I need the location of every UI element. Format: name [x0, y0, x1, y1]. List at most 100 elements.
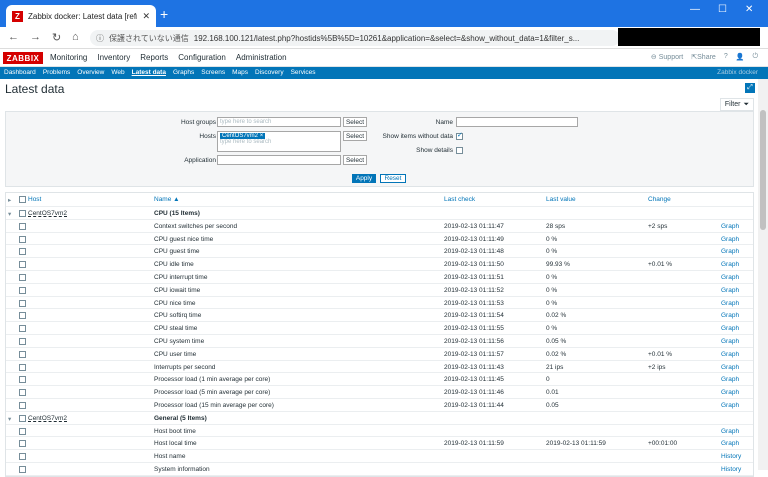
graph-link[interactable]: Graph: [721, 300, 739, 307]
row-checkbox[interactable]: [19, 210, 26, 217]
back-icon[interactable]: ←: [8, 31, 19, 43]
row-checkbox[interactable]: [19, 286, 26, 294]
row-checkbox[interactable]: [19, 273, 26, 281]
row-checkbox[interactable]: [19, 312, 26, 320]
menu-inventory[interactable]: Inventory: [97, 53, 130, 62]
row-checkbox[interactable]: [19, 235, 26, 243]
power-icon[interactable]: ⏻: [752, 53, 758, 61]
support-link[interactable]: ⊖ Support: [651, 53, 683, 61]
submenu-overview[interactable]: Overview: [77, 69, 104, 76]
graph-link[interactable]: Graph: [721, 389, 739, 396]
menu-reports[interactable]: Reports: [140, 53, 168, 62]
hosts-select-button[interactable]: Select: [343, 131, 367, 141]
host-groups-input[interactable]: type here to search: [217, 117, 341, 127]
new-tab-icon[interactable]: +: [160, 6, 168, 22]
submenu-graphs[interactable]: Graphs: [173, 69, 194, 76]
graph-link[interactable]: Graph: [721, 440, 739, 447]
graph-link[interactable]: Graph: [721, 248, 739, 255]
maximize-icon[interactable]: ☐: [718, 4, 727, 15]
menu-monitoring[interactable]: Monitoring: [50, 53, 87, 62]
row-checkbox[interactable]: [19, 376, 26, 384]
expand-all-icon[interactable]: ▸: [8, 196, 11, 204]
browser-tab[interactable]: Z Zabbix docker: Latest data [refr ✕: [6, 5, 156, 27]
minimize-icon[interactable]: —: [690, 4, 700, 15]
share-link[interactable]: ⇱Share: [691, 53, 716, 61]
row-checkbox[interactable]: [19, 453, 26, 461]
graph-link[interactable]: Graph: [721, 261, 739, 268]
row-checkbox[interactable]: [19, 299, 26, 307]
row-checkbox[interactable]: [19, 325, 26, 333]
application-input[interactable]: [217, 155, 341, 165]
home-icon[interactable]: ⌂: [72, 31, 79, 43]
row-checkbox[interactable]: [19, 363, 26, 371]
last-value: 0 %: [546, 286, 558, 294]
menu-administration[interactable]: Administration: [236, 53, 287, 62]
row-checkbox[interactable]: [19, 261, 26, 269]
fullscreen-icon[interactable]: ⤢: [745, 83, 755, 93]
row-checkbox[interactable]: [19, 350, 26, 358]
help-link[interactable]: ?: [724, 53, 728, 61]
reset-button[interactable]: Reset: [380, 174, 406, 183]
submenu-services[interactable]: Services: [291, 69, 316, 76]
graph-link[interactable]: Graph: [721, 364, 739, 371]
last-check: 2019-02-13 01:11:43: [444, 363, 504, 371]
graph-link[interactable]: Graph: [721, 236, 739, 243]
forward-icon[interactable]: →: [30, 31, 41, 43]
graph-link[interactable]: Graph: [721, 376, 739, 383]
last-check-column-header[interactable]: Last check: [444, 196, 475, 203]
collapse-icon[interactable]: ▾: [8, 415, 11, 423]
host-link[interactable]: CentOS7vm2: [28, 415, 67, 422]
submenu-screens[interactable]: Screens: [201, 69, 225, 76]
close-icon[interactable]: ✕: [142, 11, 150, 22]
graph-link[interactable]: Graph: [721, 351, 739, 358]
submenu-problems[interactable]: Problems: [43, 69, 70, 76]
apply-button[interactable]: Apply: [352, 174, 376, 183]
name-column-header[interactable]: Name ▲: [154, 196, 180, 203]
submenu-latest-data[interactable]: Latest data: [132, 69, 166, 76]
row-checkbox[interactable]: [19, 222, 26, 230]
submenu-discovery[interactable]: Discovery: [255, 69, 284, 76]
scrollbar-thumb[interactable]: [760, 110, 766, 230]
graph-link[interactable]: Graph: [721, 428, 739, 435]
host-column-header[interactable]: Host: [28, 196, 41, 203]
menu-configuration[interactable]: Configuration: [178, 53, 226, 62]
item-name: Processor load (5 min average per core): [154, 389, 271, 397]
row-checkbox[interactable]: [19, 401, 26, 409]
row-checkbox[interactable]: [19, 427, 26, 435]
name-input[interactable]: [456, 117, 578, 127]
graph-link[interactable]: History: [721, 466, 741, 473]
url-input[interactable]: ⓘ 保護されていない通信 192.168.100.121/latest.php?…: [90, 30, 620, 46]
graph-link[interactable]: Graph: [721, 312, 739, 319]
row-checkbox[interactable]: [19, 389, 26, 397]
host-link[interactable]: CentOS7vm2: [28, 210, 67, 217]
select-all-checkbox[interactable]: [19, 196, 26, 203]
filter-tab[interactable]: Filter ⏷: [720, 98, 754, 111]
show-details-checkbox[interactable]: [456, 147, 463, 154]
reload-icon[interactable]: ↻: [52, 31, 61, 44]
graph-link[interactable]: Graph: [721, 325, 739, 332]
row-checkbox[interactable]: [19, 337, 26, 345]
user-icon[interactable]: 👤: [736, 53, 745, 61]
graph-link[interactable]: Graph: [721, 274, 739, 281]
last-value: 21 ips: [546, 363, 564, 371]
collapse-icon[interactable]: ▾: [8, 210, 11, 218]
submenu-web[interactable]: Web: [111, 69, 124, 76]
zabbix-logo[interactable]: ZABBIX: [3, 52, 43, 64]
host-groups-select-button[interactable]: Select: [343, 117, 367, 127]
table-group-row: ▾ CentOS7vm2 CPU (15 Items): [6, 207, 753, 220]
hosts-input[interactable]: CentOS7vm2 × type here to search: [217, 131, 341, 152]
row-checkbox[interactable]: [19, 248, 26, 256]
submenu-dashboard[interactable]: Dashboard: [4, 69, 36, 76]
graph-link[interactable]: History: [721, 453, 741, 460]
show-without-data-checkbox[interactable]: [456, 131, 463, 140]
row-checkbox[interactable]: [19, 440, 26, 448]
application-select-button[interactable]: Select: [343, 155, 367, 165]
graph-link[interactable]: Graph: [721, 287, 739, 294]
graph-link[interactable]: Graph: [721, 338, 739, 345]
window-close-icon[interactable]: ✕: [745, 4, 753, 15]
submenu-maps[interactable]: Maps: [232, 69, 248, 76]
graph-link[interactable]: Graph: [721, 223, 739, 230]
row-checkbox[interactable]: [19, 465, 26, 473]
row-checkbox[interactable]: [19, 414, 26, 422]
graph-link[interactable]: Graph: [721, 402, 739, 409]
